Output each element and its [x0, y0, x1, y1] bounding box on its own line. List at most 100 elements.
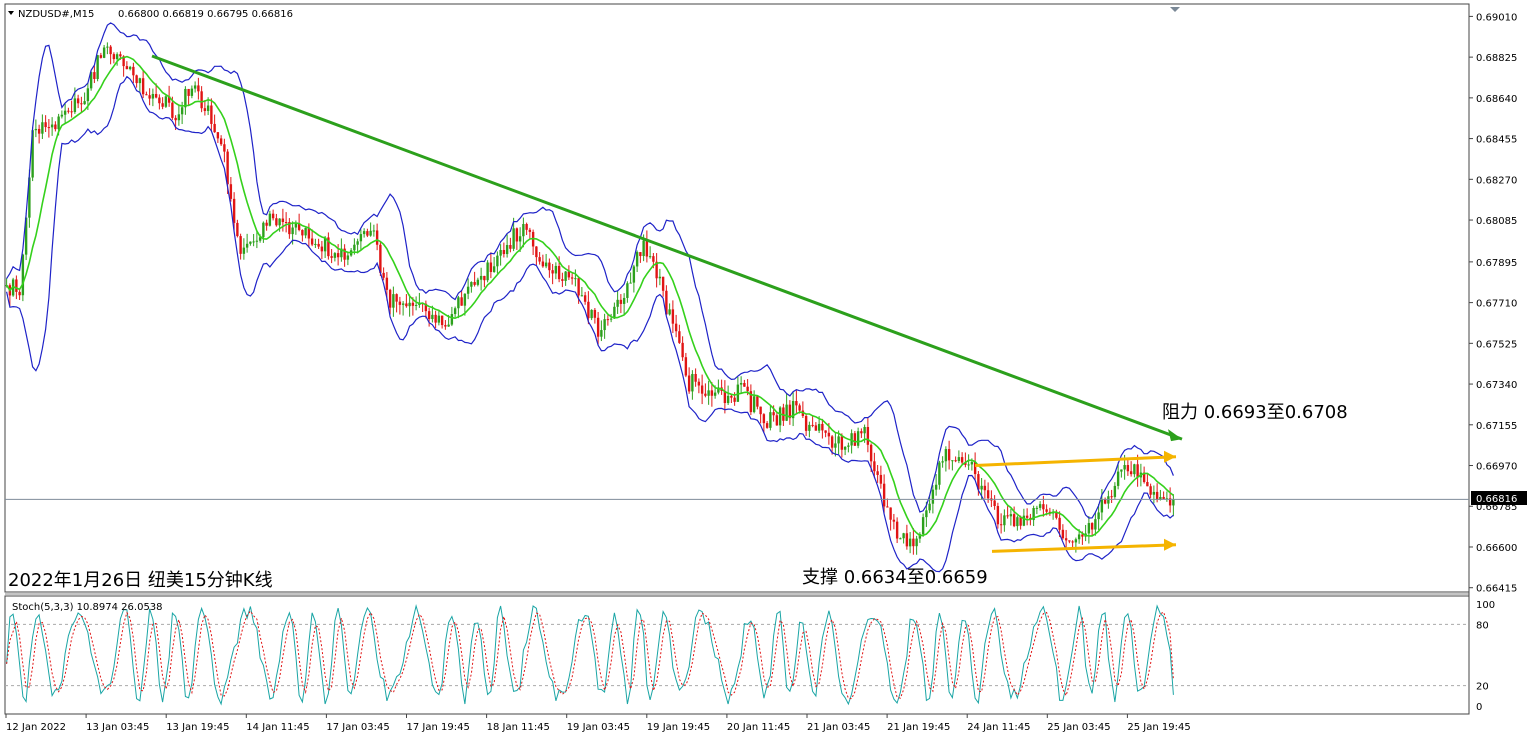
- candle-body: [499, 249, 502, 256]
- candle-body: [567, 271, 571, 278]
- candle-body: [125, 66, 129, 70]
- candle-body: [593, 309, 597, 318]
- candle-body: [141, 78, 145, 95]
- candle-body: [252, 241, 255, 243]
- candle-body: [281, 218, 285, 223]
- price-tick-label: 0.67340: [1476, 380, 1517, 391]
- candle-body: [925, 510, 928, 518]
- time-tick-label: 20 Jan 11:45: [727, 722, 790, 733]
- chart-canvas[interactable]: 0.69010 0.68825 0.68640 0.68455 0.68270 0.680…: [0, 0, 1530, 744]
- candle-body: [411, 302, 415, 306]
- candle-body: [632, 266, 636, 283]
- symbol-label: NZDUSD#,M15: [18, 9, 94, 20]
- candle-body: [778, 407, 782, 426]
- candle-body: [853, 433, 857, 446]
- candle-body: [772, 412, 775, 416]
- candle-body: [236, 222, 239, 237]
- candle-body: [395, 294, 398, 302]
- candle-body: [206, 105, 210, 111]
- candle-body: [372, 230, 376, 232]
- candle-body: [769, 412, 772, 428]
- candle-body: [921, 517, 925, 535]
- candle-body: [931, 489, 935, 504]
- candle-body: [1129, 471, 1133, 475]
- price-tick-label: 0.69010: [1476, 12, 1517, 23]
- candle-body: [814, 425, 818, 431]
- price-tick-label: 0.67155: [1476, 421, 1517, 432]
- candle-body: [80, 103, 83, 105]
- candle-body: [993, 500, 996, 507]
- price-tick-label: 0.67525: [1476, 339, 1517, 350]
- candle-body: [707, 390, 710, 396]
- candle-body: [759, 406, 762, 415]
- candle-body: [278, 218, 281, 226]
- candle-body: [944, 449, 948, 462]
- time-tick-label: 25 Jan 03:45: [1047, 722, 1110, 733]
- candle-body: [1045, 509, 1048, 512]
- candle-body: [710, 390, 714, 396]
- candle-body: [954, 460, 957, 462]
- candle-body: [837, 436, 840, 444]
- candle-body: [882, 483, 886, 507]
- candle-body: [590, 309, 593, 319]
- candle-body: [310, 238, 314, 245]
- candle-body: [275, 218, 278, 226]
- price-tick-label: 0.68085: [1476, 216, 1517, 227]
- candle-body: [687, 375, 691, 392]
- candle-body: [804, 415, 808, 431]
- stoch-tick-label: 20: [1476, 682, 1489, 693]
- candle-body: [622, 297, 626, 304]
- candle-body: [138, 78, 142, 84]
- candle-body: [1058, 517, 1061, 530]
- candle-body: [187, 88, 190, 96]
- candle-body: [775, 415, 779, 426]
- candle-body: [37, 128, 41, 134]
- stoch-tick-label: 80: [1476, 620, 1489, 631]
- candle-body: [18, 291, 21, 296]
- candle-body: [359, 234, 363, 242]
- candle-body: [661, 276, 665, 291]
- candle-body: [245, 243, 249, 248]
- candle-body: [362, 231, 366, 235]
- candle-body: [219, 138, 223, 145]
- candle-body: [463, 293, 467, 306]
- candle-body: [473, 282, 476, 285]
- candle-body: [135, 75, 138, 84]
- candle-body: [762, 414, 766, 424]
- candle-body: [609, 318, 613, 320]
- candle-body: [502, 249, 506, 255]
- candle-body: [876, 471, 879, 475]
- candle-body: [1123, 465, 1126, 470]
- candle-body: [518, 236, 522, 242]
- candle-body: [60, 114, 64, 117]
- candle-body: [892, 519, 896, 522]
- candle-body: [847, 445, 850, 447]
- candle-body: [674, 323, 678, 332]
- candle-body: [934, 484, 938, 490]
- candle-body: [713, 392, 717, 396]
- price-tick-label: 0.68640: [1476, 94, 1517, 105]
- candle-body: [902, 533, 905, 539]
- candle-body: [957, 457, 961, 461]
- candle-body: [886, 506, 889, 508]
- candle-body: [986, 490, 990, 499]
- candle-body: [262, 222, 265, 238]
- candle-body: [746, 386, 749, 392]
- candle-body: [629, 282, 632, 284]
- candle-body: [213, 123, 216, 133]
- candle-body: [515, 228, 519, 242]
- candle-body: [544, 262, 548, 267]
- candle-body: [164, 96, 168, 107]
- candle-body: [785, 404, 788, 421]
- candle-body: [941, 461, 944, 463]
- current-price-label: 0.66816: [1476, 494, 1517, 505]
- candle-body: [541, 261, 545, 267]
- candle-body: [960, 457, 964, 463]
- candle-body: [434, 314, 437, 323]
- candle-body: [1077, 534, 1081, 540]
- time-tick-label: 21 Jan 19:45: [887, 722, 950, 733]
- candle-body: [229, 184, 233, 199]
- candle-body: [583, 295, 587, 302]
- candle-body: [93, 72, 96, 79]
- candle-body: [203, 108, 207, 111]
